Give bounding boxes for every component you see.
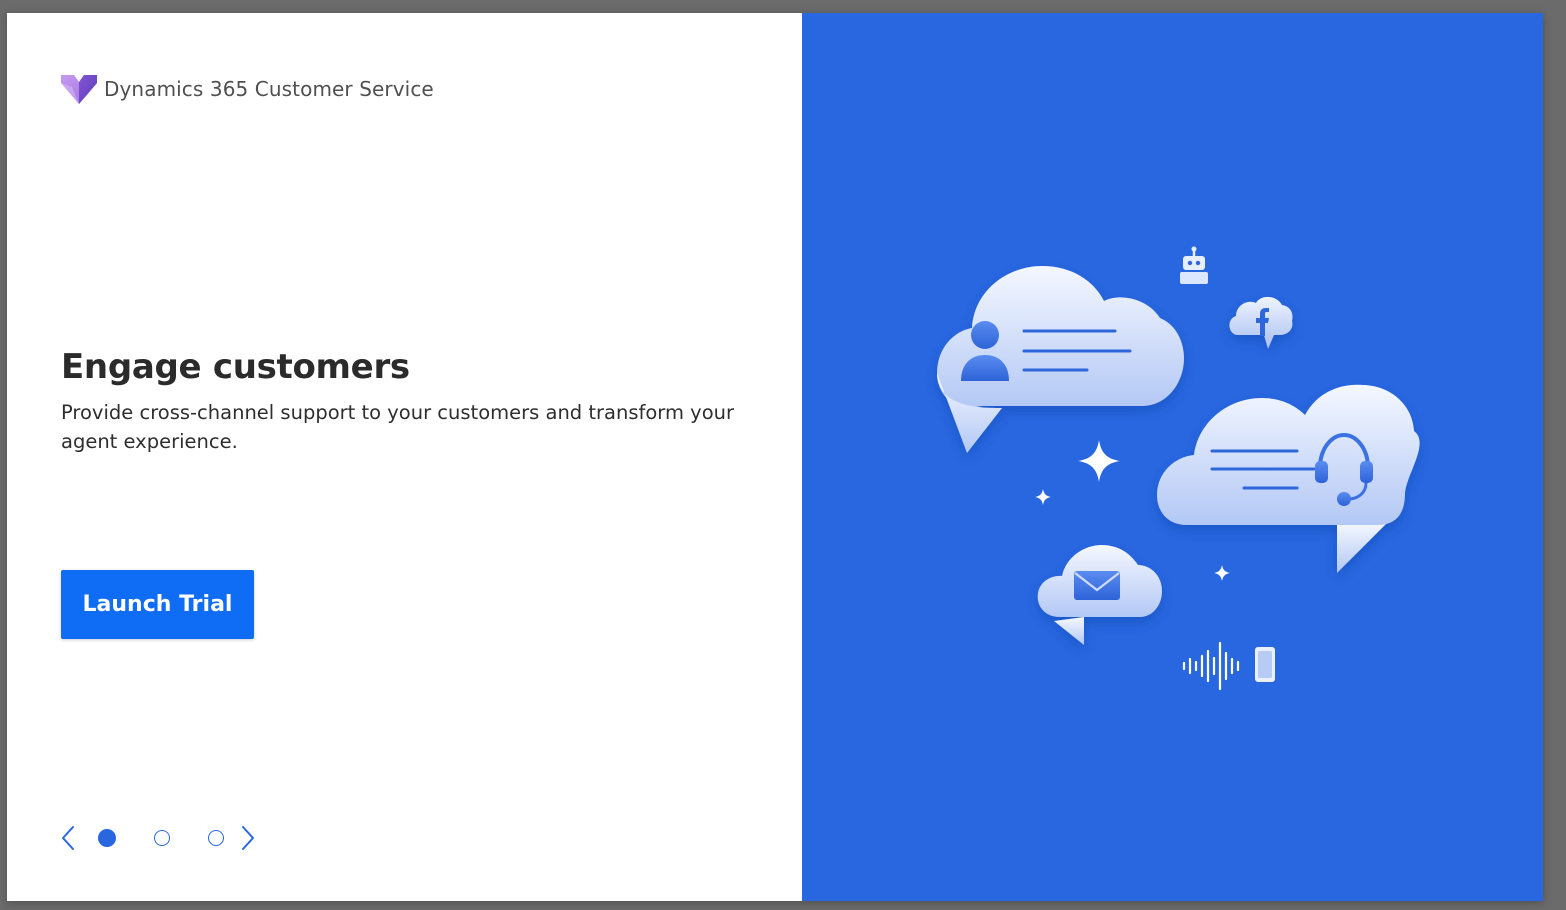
email-cloud-icon: [1037, 545, 1162, 645]
brand-header: Dynamics 365 Customer Service: [60, 73, 434, 105]
illustration-pane: [802, 13, 1543, 901]
product-name: Dynamics 365 Customer Service: [104, 77, 434, 101]
phone-icon: [1255, 647, 1275, 682]
chevron-left-icon: [62, 826, 74, 850]
previous-slide-button[interactable]: [57, 821, 79, 855]
carousel-pager: [57, 821, 259, 855]
launch-trial-button[interactable]: Launch Trial: [61, 570, 254, 639]
bot-icon: [1180, 246, 1208, 284]
content-pane: Dynamics 365 Customer Service Engage cus…: [7, 13, 802, 901]
voice-wave-icon: [1182, 641, 1240, 691]
welcome-dialog: Dynamics 365 Customer Service Engage cus…: [7, 13, 1543, 901]
customer-service-illustration: [937, 246, 1420, 691]
agent-headset-cloud-icon: [1157, 384, 1420, 573]
slide-description: Provide cross-channel support to your cu…: [61, 401, 735, 453]
slide-title: Engage customers: [61, 347, 410, 387]
facebook-cloud-icon: [1229, 296, 1293, 349]
pager-dot-2[interactable]: [154, 830, 170, 846]
chevron-right-icon: [242, 826, 254, 850]
person-chat-cloud-icon: [937, 266, 1184, 453]
pager-dot-1[interactable]: [98, 829, 116, 847]
next-slide-button[interactable]: [237, 821, 259, 855]
dynamics-heart-logo-icon: [61, 75, 97, 104]
pager-dot-3[interactable]: [208, 830, 224, 846]
